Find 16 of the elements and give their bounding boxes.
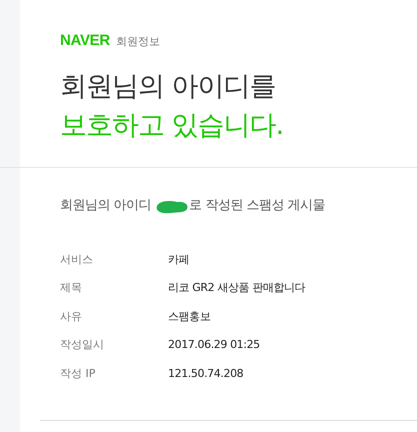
headline: 보호하고 있습니다. bbox=[60, 108, 284, 142]
detail-value: 리코 GR2 새상품 판매합니다 bbox=[168, 280, 306, 296]
detail-value: 카페 bbox=[168, 252, 190, 268]
detail-label: 서비스 bbox=[60, 252, 94, 268]
notice-text: 회원님의 아이디 bbox=[60, 197, 152, 216]
detail-value: 스팸홍보 bbox=[168, 308, 210, 324]
naver-logo: NAVER bbox=[60, 31, 110, 51]
detail-label: 작성일시 bbox=[60, 337, 105, 353]
notice-text: 로 작성된 스팸성 게시물 bbox=[189, 197, 326, 216]
detail-value: 121.50.74.208 bbox=[168, 366, 244, 382]
detail-label: 사유 bbox=[60, 308, 83, 324]
headline: 회원님의 아이디를 bbox=[60, 70, 277, 104]
detail-label: 제목 bbox=[60, 280, 83, 296]
detail-label: 작성 IP bbox=[60, 366, 96, 382]
detail-value: 2017.06.29 01:25 bbox=[168, 337, 260, 353]
section-title: 회원정보 bbox=[116, 34, 160, 50]
